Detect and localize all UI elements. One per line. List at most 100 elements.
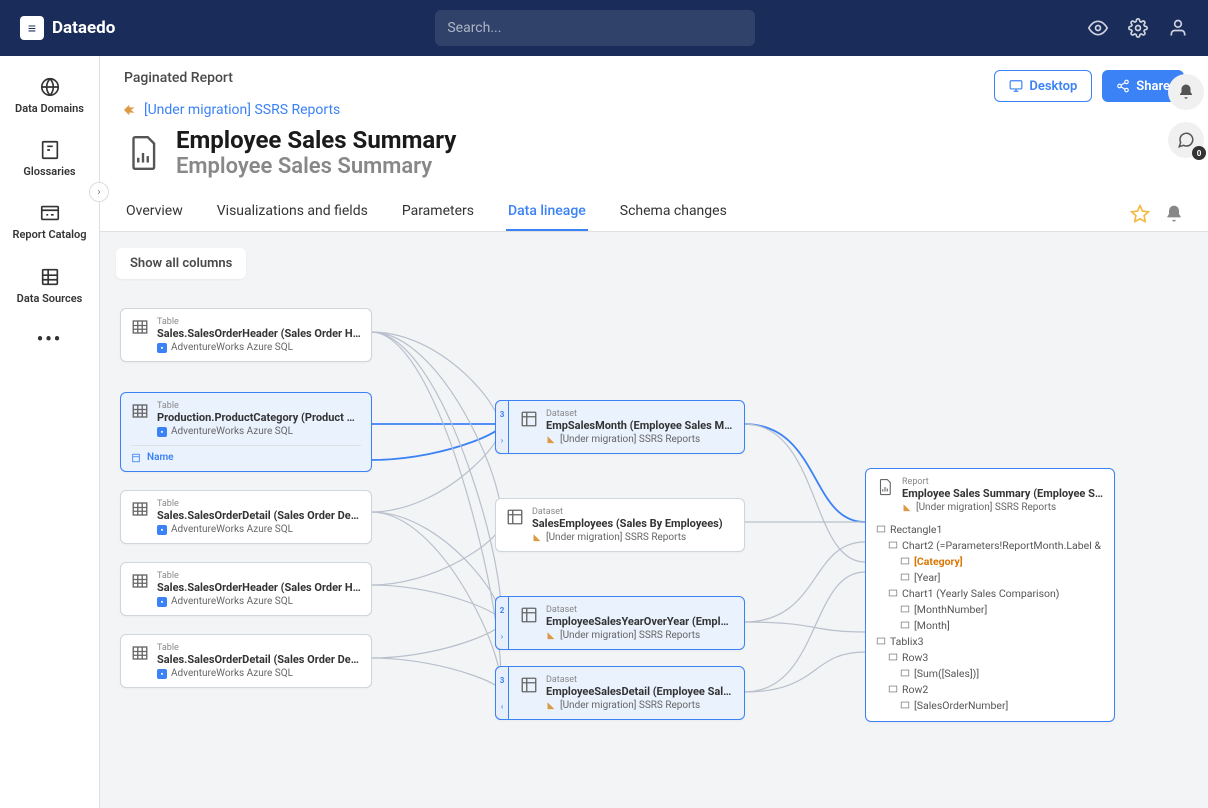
star-icon[interactable] <box>1130 204 1150 224</box>
share-icon <box>1116 79 1130 93</box>
table-icon <box>131 500 149 518</box>
tab-schema-changes[interactable]: Schema changes <box>618 193 729 231</box>
column-icon <box>131 453 141 463</box>
user-icon[interactable] <box>1168 18 1188 38</box>
brand-name: Dataedo <box>52 18 115 38</box>
logo[interactable]: ≡ Dataedo <box>20 16 115 40</box>
dataset-icon <box>520 676 538 694</box>
table-icon <box>131 402 149 420</box>
azure-icon: ▪ <box>157 597 167 607</box>
lineage-canvas[interactable]: Show all columns <box>100 232 1208 808</box>
azure-icon: ▪ <box>157 427 167 437</box>
ssrs-small-icon: ◣ <box>546 631 556 641</box>
azure-icon: ▪ <box>157 669 167 679</box>
lineage-node-report[interactable]: Report Employee Sales Summary (Employee … <box>865 468 1115 722</box>
table-icon <box>131 572 149 590</box>
page-header: Paginated Report Desktop Share [Under mi… <box>100 56 1208 179</box>
node-expand-badge[interactable]: 3‹ <box>495 666 509 720</box>
tree-item[interactable]: Tablix3 <box>876 633 1104 649</box>
report-icon <box>39 202 61 224</box>
bell-icon[interactable] <box>1164 204 1184 224</box>
search-input[interactable] <box>435 10 755 46</box>
gear-icon[interactable] <box>1128 18 1148 38</box>
header-actions: Desktop Share <box>994 70 1184 102</box>
show-all-columns-button[interactable]: Show all columns <box>116 248 246 279</box>
page-title: Employee Sales Summary <box>176 126 456 154</box>
tree-item[interactable]: [MonthNumber] <box>876 601 1104 617</box>
sidebar-item-data-sources[interactable]: Data Sources <box>0 258 99 313</box>
comments-button[interactable]: 0 <box>1168 122 1204 158</box>
sidebar-label: Glossaries <box>23 165 75 178</box>
tab-data-lineage[interactable]: Data lineage <box>506 193 588 231</box>
logo-icon: ≡ <box>20 16 44 40</box>
tree-item[interactable]: Row3 <box>876 649 1104 665</box>
lineage-node-table[interactable]: Table Sales.SalesOrderDetail (Sales Orde… <box>120 490 372 544</box>
table-icon <box>131 644 149 662</box>
search-container <box>435 10 755 46</box>
node-expand-badge[interactable]: 3› <box>495 400 509 454</box>
tree-item[interactable]: [Month] <box>876 617 1104 633</box>
desktop-icon <box>1009 79 1023 93</box>
tab-visualizations[interactable]: Visualizations and fields <box>215 193 370 231</box>
comments-badge: 0 <box>1192 146 1206 160</box>
glossary-icon <box>39 139 61 161</box>
globe-icon <box>39 76 61 98</box>
tree-item[interactable]: [Year] <box>876 569 1104 585</box>
column-name[interactable]: Name <box>131 445 361 463</box>
ssrs-small-icon: ◣ <box>546 435 556 445</box>
sidebar-item-glossaries[interactable]: Glossaries <box>0 131 99 186</box>
lineage-node-table[interactable]: Table Sales.SalesOrderHeader (Sales Orde… <box>120 308 372 362</box>
main-content: Paginated Report Desktop Share [Under mi… <box>100 56 1208 808</box>
title-row: Employee Sales Summary Employee Sales Su… <box>124 126 1184 179</box>
breadcrumb-link[interactable]: [Under migration] SSRS Reports <box>124 102 1184 118</box>
tree-item[interactable]: Rectangle1 <box>876 521 1104 537</box>
azure-icon: ▪ <box>157 525 167 535</box>
report-node-icon <box>876 478 894 496</box>
header-icons <box>1088 18 1188 38</box>
comments-icon <box>1177 131 1195 149</box>
lineage-node-dataset[interactable]: 2› Dataset EmployeeSalesYearOverYear (Em… <box>495 596 745 650</box>
tree-item[interactable]: [Sum([Sales])] <box>876 665 1104 681</box>
dataset-icon <box>520 606 538 624</box>
ssrs-small-icon: ◣ <box>546 701 556 711</box>
tab-parameters[interactable]: Parameters <box>400 193 476 231</box>
report-tree: Rectangle1Chart2 (=Parameters!ReportMont… <box>876 521 1104 713</box>
ssrs-small-icon: ◣ <box>532 533 542 543</box>
azure-icon: ▪ <box>157 343 167 353</box>
report-title-icon <box>124 134 162 172</box>
right-rail: 0 <box>1164 56 1208 158</box>
lineage-node-dataset[interactable]: Dataset SalesEmployees (Sales By Employe… <box>495 498 745 552</box>
ssrs-icon <box>124 104 138 116</box>
sidebar: Data Domains Glossaries Report Catalog D… <box>0 56 100 808</box>
tree-item[interactable]: [SalesOrderNumber] <box>876 697 1104 713</box>
tree-item[interactable]: Row2 <box>876 681 1104 697</box>
bell-icon <box>1177 83 1195 101</box>
lineage-node-table[interactable]: Table Sales.SalesOrderHeader (Sales Orde… <box>120 562 372 616</box>
node-expand-badge[interactable]: 2› <box>495 596 509 650</box>
sidebar-more[interactable]: ••• <box>29 321 70 358</box>
lineage-node-table[interactable]: Table Production.ProductCategory (Produc… <box>120 392 372 472</box>
title-actions <box>1130 204 1184 224</box>
dataset-icon <box>506 508 524 526</box>
tree-item[interactable]: [Category] <box>876 553 1104 569</box>
table-icon <box>131 318 149 336</box>
dataset-icon <box>520 410 538 428</box>
page-subtitle: Employee Sales Summary <box>176 154 456 179</box>
sidebar-label: Report Catalog <box>12 228 86 241</box>
sidebar-item-report-catalog[interactable]: Report Catalog <box>0 194 99 249</box>
tree-item[interactable]: Chart1 (Yearly Sales Comparison) <box>876 585 1104 601</box>
sidebar-item-data-domains[interactable]: Data Domains <box>0 68 99 123</box>
sidebar-label: Data Domains <box>15 102 84 115</box>
ssrs-small-icon: ◣ <box>902 503 912 513</box>
lineage-node-table[interactable]: Table Sales.SalesOrderDetail (Sales Orde… <box>120 634 372 688</box>
desktop-button[interactable]: Desktop <box>994 70 1092 102</box>
database-icon <box>39 266 61 288</box>
lineage-node-dataset[interactable]: 3› Dataset EmpSalesMonth (Employee Sales… <box>495 400 745 454</box>
tab-overview[interactable]: Overview <box>124 193 185 231</box>
notifications-button[interactable] <box>1168 74 1204 110</box>
sidebar-label: Data Sources <box>17 292 83 305</box>
lineage-node-dataset[interactable]: 3‹ Dataset EmployeeSalesDetail (Employee… <box>495 666 745 720</box>
tree-item[interactable]: Chart2 (=Parameters!ReportMonth.Label & … <box>876 537 1104 553</box>
app-header: ≡ Dataedo <box>0 0 1208 56</box>
eye-icon[interactable] <box>1088 18 1108 38</box>
